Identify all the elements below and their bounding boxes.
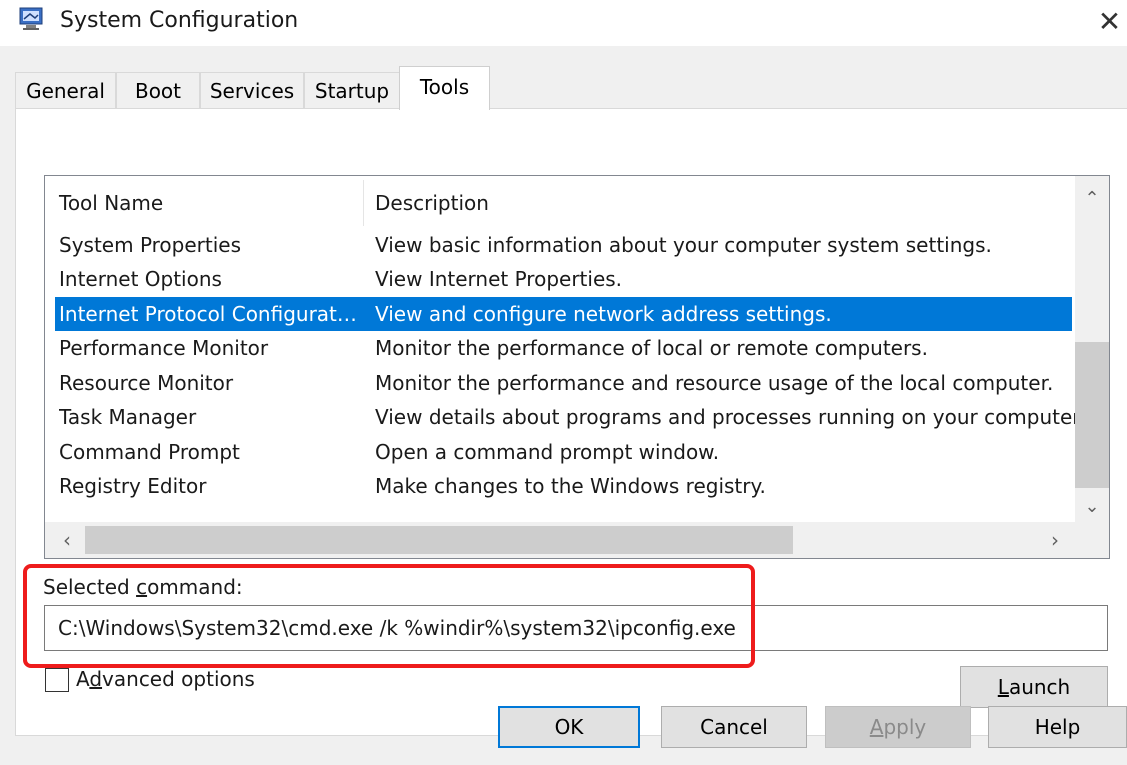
tool-description: Open a command prompt window. [375, 440, 720, 464]
tool-description: View details about programs and processe… [375, 405, 1086, 429]
label-text: A [76, 667, 90, 691]
tab-label: Boot [134, 79, 182, 103]
accelerator-key: L [997, 675, 1009, 699]
tab-startup[interactable]: Startup [304, 72, 400, 108]
chevron-right-icon[interactable]: › [1037, 522, 1073, 558]
label-text: vanced options [102, 667, 255, 691]
cancel-button[interactable]: Cancel [661, 706, 807, 748]
column-header-tool-name[interactable]: Tool Name [59, 176, 163, 230]
tool-row-performance-monitor[interactable]: Performance Monitor Monitor the performa… [55, 331, 1072, 365]
tool-description: Make changes to the Windows registry. [375, 474, 766, 498]
tool-name: Task Manager [59, 405, 197, 429]
tool-name: Internet Protocol Configurat… [59, 302, 357, 326]
button-label: aunch [1008, 675, 1071, 699]
tool-name: Registry Editor [59, 474, 207, 498]
tab-boot[interactable]: Boot [116, 72, 200, 108]
column-header-description[interactable]: Description [375, 176, 489, 230]
tab-label: Tools [419, 75, 470, 99]
tab-tools[interactable]: Tools [399, 66, 490, 110]
accelerator-key: A [869, 715, 884, 739]
tools-list[interactable]: Tool Name Description System Properties … [44, 175, 1110, 559]
tool-description: Monitor the performance and resource usa… [375, 371, 1054, 395]
close-icon: ✕ [1097, 5, 1122, 38]
annotation-highlight-box [23, 564, 755, 668]
horizontal-scrollbar[interactable]: ‹ › [45, 522, 1109, 558]
button-label: Help [1034, 715, 1081, 739]
tool-name: Resource Monitor [59, 371, 234, 395]
close-button[interactable]: ✕ [1092, 2, 1127, 42]
launch-button[interactable]: Launch [960, 666, 1108, 708]
tool-description: View Internet Properties. [375, 267, 623, 291]
window-body: General Boot Services Startup Tools Tool… [0, 46, 1127, 765]
tool-row-internet-options[interactable]: Internet Options View Internet Propertie… [55, 262, 1072, 296]
horizontal-scroll-thumb[interactable] [85, 526, 793, 554]
vertical-scroll-thumb[interactable] [1075, 342, 1109, 488]
msconfig-icon [19, 7, 43, 30]
title-bar: System Configuration ✕ [0, 0, 1127, 46]
tool-row-task-manager[interactable]: Task Manager View details about programs… [55, 400, 1085, 434]
button-label: Cancel [700, 715, 768, 739]
tool-name: System Properties [59, 233, 242, 257]
ok-button[interactable]: OK [498, 706, 640, 748]
button-label: OK [554, 715, 584, 739]
help-button[interactable]: Help [988, 706, 1127, 748]
tab-services[interactable]: Services [200, 72, 304, 108]
tool-name: Performance Monitor [59, 336, 269, 360]
accelerator-key: d [89, 667, 103, 691]
advanced-options-checkbox[interactable] [45, 668, 69, 692]
chevron-left-icon[interactable]: ‹ [49, 522, 85, 558]
chevron-up-icon[interactable]: ⌃ [1075, 182, 1109, 216]
button-label: pply [883, 715, 927, 739]
tab-label: General [26, 79, 105, 103]
tab-label: Services [209, 79, 295, 103]
vertical-scrollbar[interactable]: ⌃ ⌄ [1075, 176, 1109, 522]
tool-description: View and configure network address setti… [375, 302, 832, 326]
tool-row-command-prompt[interactable]: Command Prompt Open a command prompt win… [55, 435, 1072, 469]
apply-button[interactable]: Apply [825, 706, 971, 748]
column-divider[interactable] [363, 180, 364, 226]
tool-row-internet-protocol-configuration[interactable]: Internet Protocol Configurat… View and c… [55, 297, 1072, 331]
tool-description: View basic information about your comput… [375, 233, 992, 257]
tools-tab-panel: Tool Name Description System Properties … [15, 108, 1127, 736]
tool-description: Monitor the performance of local or remo… [375, 336, 928, 360]
tool-row-registry-editor[interactable]: Registry Editor Make changes to the Wind… [55, 469, 1072, 503]
tool-row-system-properties[interactable]: System Properties View basic information… [55, 228, 1072, 262]
tool-name: Internet Options [59, 267, 222, 291]
tab-label: Startup [314, 79, 390, 103]
tool-name: Command Prompt [59, 440, 240, 464]
tool-row-resource-monitor[interactable]: Resource Monitor Monitor the performance… [55, 366, 1072, 400]
window-title: System Configuration [60, 8, 299, 33]
tab-general[interactable]: General [15, 72, 116, 108]
chevron-down-icon[interactable]: ⌄ [1075, 490, 1109, 524]
advanced-options-label[interactable]: Advanced options [76, 665, 255, 693]
